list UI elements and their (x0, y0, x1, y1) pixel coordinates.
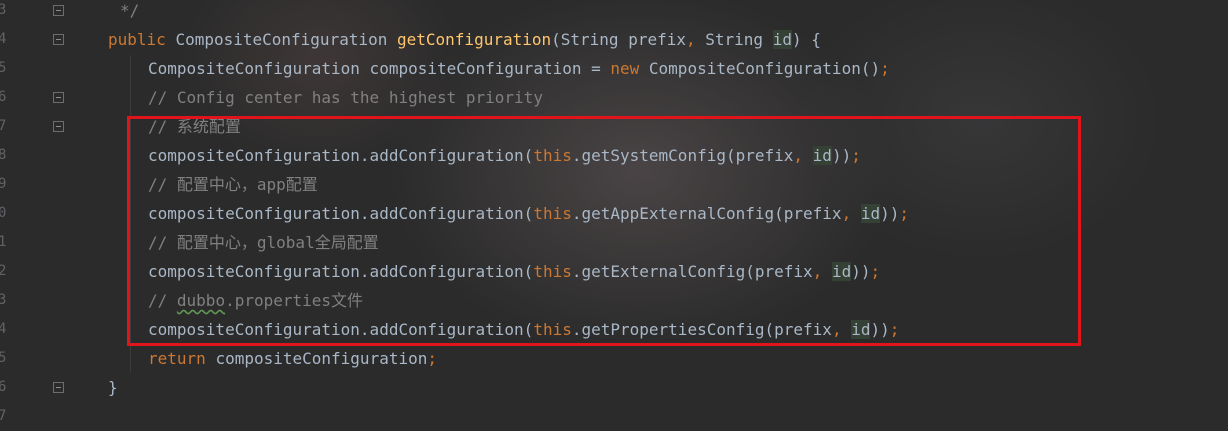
code-token: getConfiguration (397, 30, 552, 49)
fold-toggle-icon[interactable] (53, 34, 64, 45)
line-number: 8 (0, 147, 7, 163)
code-token: // Config center has the highest priorit… (148, 88, 543, 107)
code-line[interactable]: CompositeConfiguration compositeConfigur… (148, 54, 890, 83)
code-line[interactable]: } (108, 373, 118, 402)
line-number-gutter (0, 0, 95, 416)
line-number: 6 (0, 89, 7, 105)
code-token: CompositeConfiguration compositeConfigur… (148, 59, 611, 78)
line-number: 4 (0, 321, 7, 337)
code-token: public (108, 30, 176, 49)
code-token: (String prefix (551, 30, 686, 49)
line-number: 2 (0, 263, 7, 279)
code-token: ) { (791, 30, 821, 49)
code-token: } (108, 378, 118, 397)
code-token: ; (880, 59, 890, 78)
line-number: 1 (0, 234, 7, 250)
code-editor[interactable]: 3 4 5 6 7 8 9 0 1 2 3 4 5 6 7 */ public CompositeConfig… (0, 0, 1228, 424)
line-number: 9 (0, 176, 7, 192)
code-token: */ (120, 1, 140, 20)
code-line[interactable]: // Config center has the highest priorit… (148, 83, 543, 112)
code-token: id (772, 30, 792, 49)
fold-toggle-icon[interactable] (53, 92, 64, 103)
line-number: 3 (0, 292, 7, 308)
line-number: 5 (0, 60, 7, 76)
highlight-annotation-box (127, 116, 1081, 346)
code-line[interactable]: */ (120, 0, 139, 25)
fold-toggle-icon[interactable] (53, 382, 64, 393)
code-line[interactable]: public CompositeConfiguration getConfigu… (108, 25, 821, 54)
line-number: 3 (0, 2, 7, 18)
line-number: 6 (0, 379, 7, 395)
line-number: 0 (0, 205, 7, 221)
line-number: 5 (0, 350, 7, 366)
code-token: , (685, 30, 706, 49)
line-number: 4 (0, 31, 7, 47)
line-number: 7 (0, 408, 7, 424)
code-token: ; (427, 349, 437, 368)
code-line[interactable]: return compositeConfiguration; (148, 344, 437, 373)
code-token: CompositeConfiguration (175, 30, 397, 49)
code-token: new (610, 59, 649, 78)
fold-toggle-icon[interactable] (53, 5, 64, 16)
code-token: compositeConfiguration (215, 349, 428, 368)
line-number: 7 (0, 118, 7, 134)
code-token: CompositeConfiguration() (648, 59, 881, 78)
fold-toggle-icon[interactable] (53, 121, 64, 132)
code-token: String (705, 30, 773, 49)
code-token: return (148, 349, 216, 368)
